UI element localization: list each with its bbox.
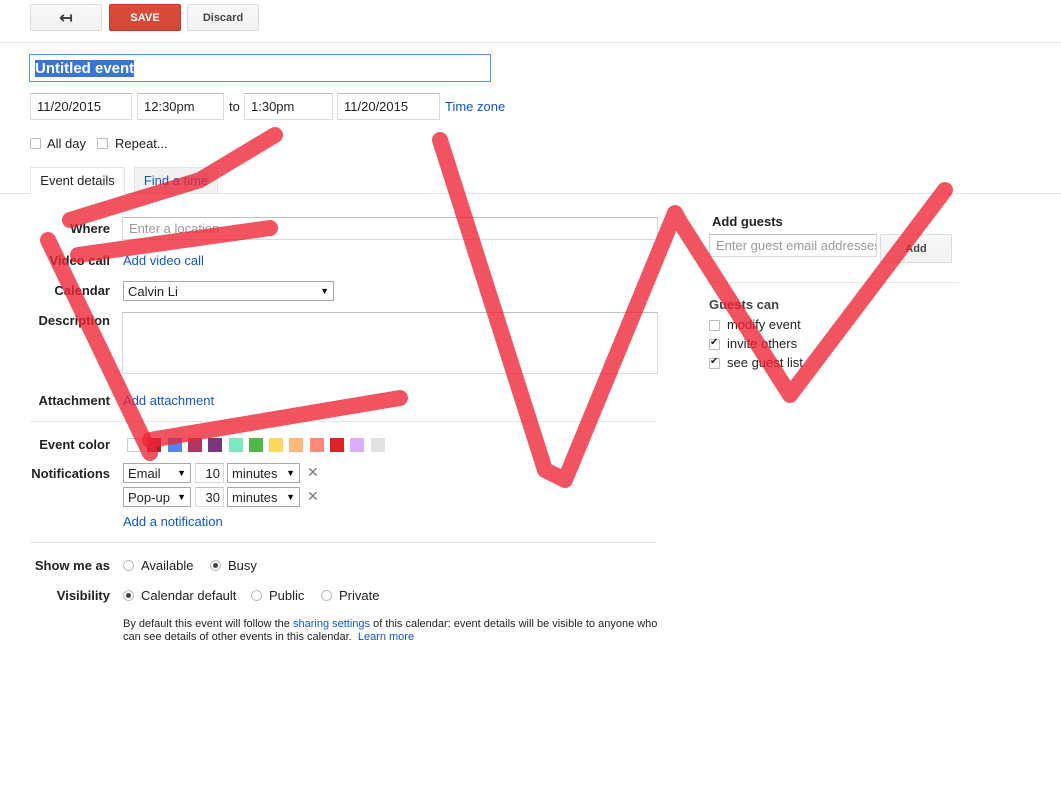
notification-amount-input[interactable]: 10 <box>195 463 224 483</box>
color-swatch[interactable] <box>228 438 243 452</box>
discard-button[interactable]: Discard <box>187 4 259 31</box>
chevron-down-icon: ▼ <box>320 286 329 296</box>
notification-unit-select[interactable]: minutes ▼ <box>227 487 300 507</box>
tab-find-a-time[interactable]: Find a time <box>134 167 218 194</box>
busy-label: Busy <box>228 558 257 573</box>
chevron-down-icon: ▼ <box>286 468 295 478</box>
event-title-input[interactable]: Untitled event <box>29 54 491 82</box>
color-swatch-default[interactable] <box>127 438 141 452</box>
calendar-select-value: Calvin Li <box>128 283 178 299</box>
annotation-stroke <box>432 132 953 488</box>
sharing-settings-link[interactable]: sharing settings <box>293 618 370 630</box>
add-guest-button[interactable]: Add <box>880 234 952 263</box>
notifications-label: Notifications <box>31 466 110 481</box>
description-textarea[interactable] <box>122 312 658 374</box>
all-day-checkbox[interactable] <box>30 138 41 149</box>
repeat-label: Repeat... <box>115 136 168 151</box>
calendar-select[interactable]: Calvin Li ▼ <box>123 281 334 301</box>
calendar-default-radio[interactable] <box>123 590 134 601</box>
to-label: to <box>229 99 240 114</box>
learn-more-link[interactable]: Learn more <box>358 631 414 643</box>
color-swatch[interactable] <box>208 438 223 452</box>
chevron-down-icon: ▼ <box>286 492 295 502</box>
event-title-text: Untitled event <box>35 59 135 77</box>
where-placeholder: Enter a location <box>129 221 220 236</box>
guest-email-input[interactable]: Enter guest email addresses <box>709 234 877 257</box>
notification-method-select[interactable]: Pop-up ▼ <box>123 487 191 507</box>
invite-others-checkbox[interactable] <box>709 337 720 350</box>
remove-notification-icon[interactable]: ✕ <box>307 488 319 505</box>
tab-event-details[interactable]: Event details <box>30 167 125 194</box>
time-zone-link[interactable]: Time zone <box>445 99 505 114</box>
available-radio[interactable] <box>123 560 134 571</box>
color-swatch[interactable] <box>330 438 344 452</box>
public-label: Public <box>269 588 305 603</box>
add-video-call-link[interactable]: Add video call <box>123 253 204 268</box>
notification-amount-input[interactable]: 30 <box>195 487 224 507</box>
guests-divider <box>709 282 959 283</box>
notification-unit-value: minutes <box>232 465 278 481</box>
remove-notification-icon[interactable]: ✕ <box>307 464 319 481</box>
calendar-label: Calendar <box>54 283 110 298</box>
description-label: Description <box>38 313 110 328</box>
attachment-label: Attachment <box>38 393 110 408</box>
add-guests-title: Add guests <box>712 214 783 229</box>
event-color-label: Event color <box>39 437 110 452</box>
visibility-note-text: can see details of other events in this … <box>123 631 352 643</box>
color-swatch[interactable] <box>147 438 162 452</box>
end-date-input[interactable]: 11/20/2015 <box>337 93 440 120</box>
modify-event-checkbox[interactable] <box>709 320 720 331</box>
guests-can-label: Guests can <box>709 297 780 312</box>
toolbar-divider <box>0 42 1061 43</box>
visibility-note: By default this event will follow the sh… <box>123 618 663 644</box>
tab-divider <box>0 193 1061 194</box>
public-radio[interactable] <box>251 590 262 601</box>
back-button[interactable]: ↤ <box>30 4 102 31</box>
where-input[interactable]: Enter a location <box>122 217 658 240</box>
notification-method-value: Pop-up <box>128 489 170 505</box>
visibility-note-text: of this calendar: event details will be … <box>370 618 658 630</box>
notification-unit-select[interactable]: minutes ▼ <box>227 463 300 483</box>
see-guest-list-checkbox[interactable] <box>709 356 720 369</box>
see-guest-list-label: see guest list <box>727 355 803 370</box>
details-divider-2 <box>30 542 656 543</box>
guest-email-placeholder: Enter guest email addresses <box>716 238 877 253</box>
calendar-default-label: Calendar default <box>141 588 237 603</box>
color-swatch[interactable] <box>370 438 385 452</box>
modify-event-label: modify event <box>727 317 801 332</box>
private-radio[interactable] <box>321 590 332 601</box>
chevron-down-icon: ▼ <box>177 492 186 502</box>
end-time-input[interactable]: 1:30pm <box>244 93 333 120</box>
color-swatch[interactable] <box>248 438 263 452</box>
invite-others-label: invite others <box>727 336 798 351</box>
notification-method-value: Email <box>128 465 161 481</box>
available-label: Available <box>141 558 194 573</box>
start-time-input[interactable]: 12:30pm <box>137 93 224 120</box>
private-label: Private <box>339 588 380 603</box>
start-date-input[interactable]: 11/20/2015 <box>30 93 132 120</box>
color-swatch[interactable] <box>187 438 202 452</box>
notification-unit-value: minutes <box>232 489 278 505</box>
details-divider-1 <box>30 421 656 422</box>
save-button[interactable]: SAVE <box>109 4 181 31</box>
all-day-label: All day <box>47 136 87 151</box>
chevron-down-icon: ▼ <box>177 468 186 478</box>
where-label: Where <box>70 221 110 236</box>
color-swatch[interactable] <box>289 438 304 452</box>
visibility-label: Visibility <box>56 588 110 603</box>
add-attachment-link[interactable]: Add attachment <box>123 393 214 408</box>
color-swatch[interactable] <box>269 438 284 452</box>
color-swatch[interactable] <box>350 438 365 452</box>
show-me-as-label: Show me as <box>34 558 110 573</box>
repeat-checkbox[interactable] <box>97 138 108 149</box>
video-call-label: Video call <box>49 253 110 268</box>
back-arrow-icon: ↤ <box>59 9 73 27</box>
add-notification-link[interactable]: Add a notification <box>123 514 223 529</box>
color-swatch[interactable] <box>309 438 324 452</box>
visibility-note-text: By default this event will follow the <box>123 618 293 630</box>
notification-method-select[interactable]: Email ▼ <box>123 463 191 483</box>
busy-radio[interactable] <box>210 560 221 571</box>
color-swatch[interactable] <box>167 438 182 452</box>
